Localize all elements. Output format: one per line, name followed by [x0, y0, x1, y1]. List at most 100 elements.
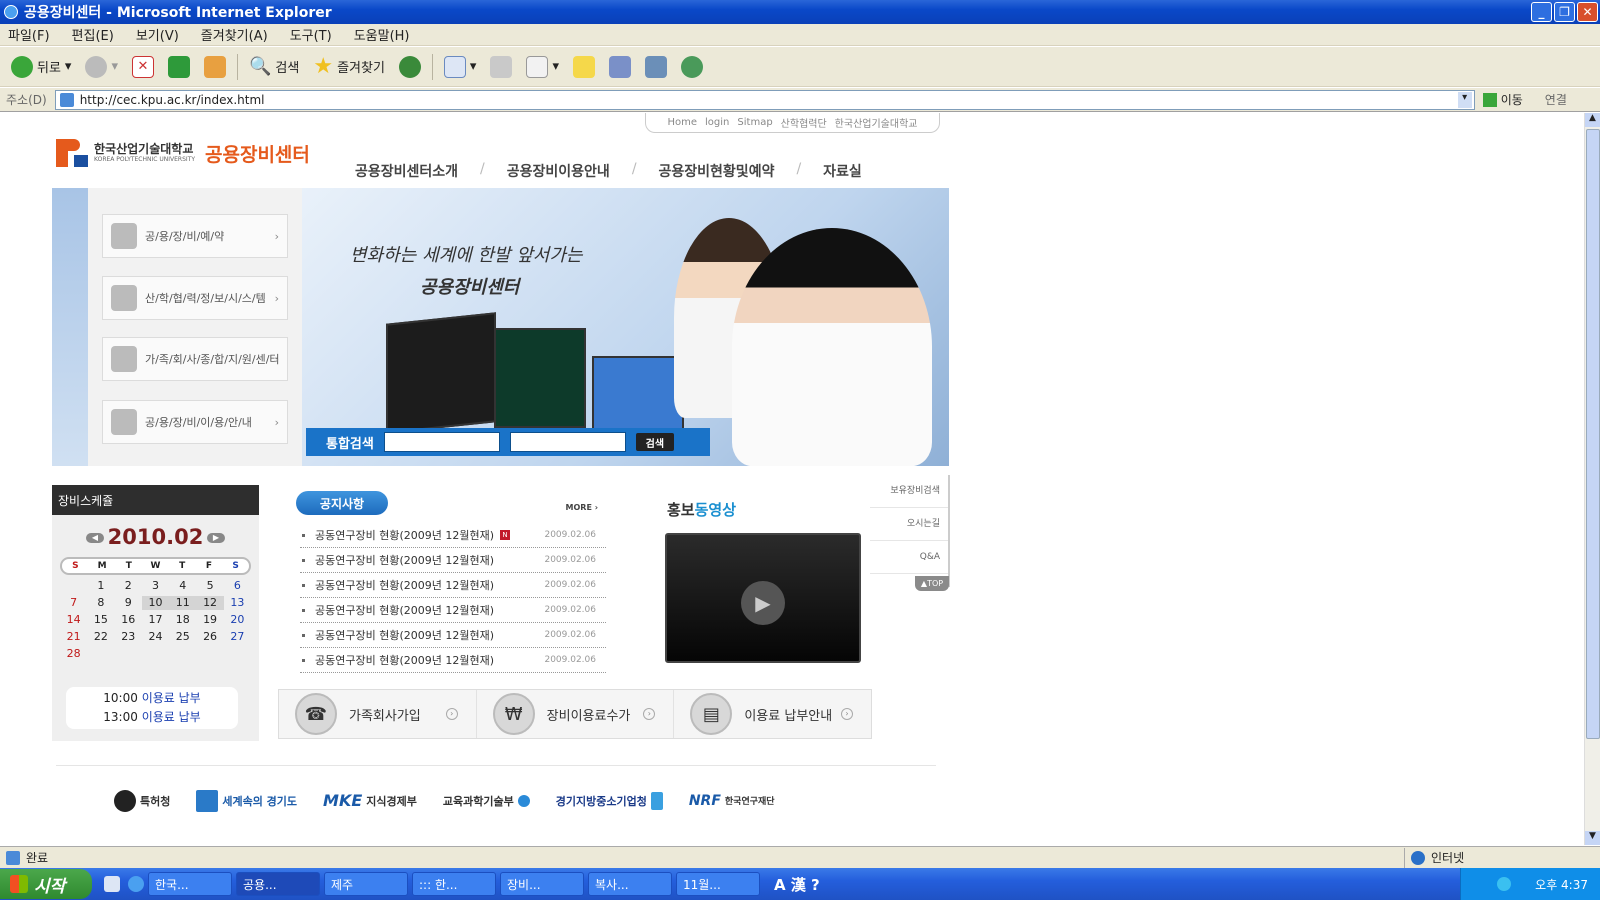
quicklaunch-ie-icon[interactable] — [128, 876, 144, 892]
address-input[interactable]: http://cec.kpu.ac.kr/index.html ▾ — [54, 89, 1475, 110]
calendar-day[interactable]: 25 — [169, 630, 196, 644]
calendar-day[interactable]: 7 — [60, 596, 87, 610]
taskbar-item[interactable]: ::: 한... — [412, 872, 496, 896]
close-button[interactable]: ✕ — [1577, 2, 1598, 22]
schedule-entry[interactable]: 10:00 이용료 납부 — [66, 689, 238, 708]
taskbar-item[interactable]: 제주 — [324, 872, 408, 896]
taskbar-item[interactable]: 한국... — [148, 872, 232, 896]
nav-status-reservation[interactable]: 공용장비현황및예약 — [659, 161, 775, 181]
calendar-day[interactable]: 27 — [224, 630, 251, 644]
nav-archive[interactable]: 자료실 — [823, 161, 862, 181]
forward-button[interactable]: ▾ — [82, 52, 121, 82]
calendar-day[interactable]: 5 — [196, 579, 223, 593]
people-button[interactable] — [678, 52, 706, 82]
stop-button[interactable]: ✕ — [129, 52, 157, 82]
links-label[interactable]: 연결 — [1545, 91, 1567, 108]
notice-title[interactable]: 공지사항 — [296, 491, 388, 515]
tray-icon[interactable] — [1497, 877, 1512, 891]
payment-guide-link[interactable]: ▤ 이용료 납부안내 › — [674, 690, 871, 738]
notice-item[interactable]: 공동연구장비 현황(2009년 12월현재) N 2009.02.06 — [300, 523, 606, 548]
calendar-day[interactable]: 22 — [87, 630, 114, 644]
calendar-day[interactable]: 28 — [60, 647, 87, 661]
start-button[interactable]: 시작 — [0, 869, 92, 899]
side-link-qna[interactable]: Q&A — [870, 541, 948, 574]
notice-item[interactable]: 공동연구장비 현황(2009년 12월현재) 2009.02.06 — [300, 648, 606, 673]
family-company-join-link[interactable]: ☎ 가족회사가입 › — [279, 690, 477, 738]
calendar-day[interactable]: 9 — [115, 596, 142, 610]
go-button[interactable]: 이동 — [1482, 91, 1523, 108]
notice-item[interactable]: 공동연구장비 현황(2009년 12월현재) 2009.02.06 — [300, 548, 606, 573]
equipment-fee-link[interactable]: ₩ 장비이용료수가 › — [477, 690, 675, 738]
notice-item[interactable]: 공동연구장비 현황(2009년 12월현재) 2009.02.06 — [300, 598, 606, 623]
side-link-directions[interactable]: 오시는길 — [870, 508, 948, 541]
menu-tools[interactable]: 도구(T) — [290, 25, 332, 44]
calendar-day[interactable]: 23 — [115, 630, 142, 644]
next-month-button[interactable]: ▶ — [207, 533, 225, 543]
quick-menu-family-center[interactable]: 가/족/회/사/종/합/지/원/센/터 › — [102, 337, 288, 381]
scroll-down-icon[interactable]: ▼ — [1585, 831, 1600, 845]
calendar-day[interactable]: 17 — [142, 613, 169, 627]
restore-button[interactable]: ❐ — [1554, 2, 1575, 22]
prev-month-button[interactable]: ◀ — [86, 533, 104, 543]
calendar-day[interactable]: 18 — [169, 613, 196, 627]
calendar-day[interactable]: 26 — [196, 630, 223, 644]
search-input-2[interactable] — [509, 432, 626, 452]
search-input-1[interactable] — [383, 432, 500, 452]
top-link-login[interactable]: login — [705, 117, 729, 128]
calendar-day[interactable]: 6 — [224, 579, 251, 593]
calendar-day-scheduled[interactable]: 11 — [169, 596, 197, 610]
site-logo[interactable]: 한국산업기술대학교 KOREA POLYTECHNIC UNIVERSITY 공… — [56, 139, 310, 167]
quick-menu-reservation[interactable]: 공/용/장/비/예/약 › — [102, 214, 288, 258]
discuss-button[interactable] — [570, 52, 598, 82]
schedule-entry[interactable]: 13:00 이용료 납부 — [66, 708, 238, 727]
history-button[interactable] — [396, 52, 424, 82]
taskbar-item[interactable]: 장비... — [500, 872, 584, 896]
calendar-day[interactable]: 4 — [169, 579, 196, 593]
back-dropdown-icon[interactable]: ▾ — [65, 59, 72, 74]
partner-mest[interactable]: 교육과학기술부 — [443, 793, 530, 809]
promo-video-player[interactable]: ▶ — [665, 533, 861, 663]
favorites-button[interactable]: ★ 즐겨찾기 — [310, 52, 388, 82]
calendar-day[interactable]: 20 — [224, 613, 251, 627]
partner-mke[interactable]: MKE 지식경제부 — [323, 791, 417, 810]
calendar-day[interactable]: 2 — [115, 579, 142, 593]
quicklaunch-desktop-icon[interactable] — [104, 876, 120, 892]
partner-kipo[interactable]: 특허청 — [114, 789, 170, 812]
top-link-university[interactable]: 한국산업기술대학교 — [835, 115, 918, 130]
research-button[interactable] — [606, 52, 634, 82]
calendar-day[interactable]: 24 — [142, 630, 169, 644]
quick-menu-industry-system[interactable]: 산/학/협/력/정/보/시/스/템 › — [102, 276, 288, 320]
calendar-day[interactable]: 13 — [224, 596, 251, 610]
taskbar-item-active[interactable]: 공용... — [236, 872, 320, 896]
taskbar-item[interactable]: 11월... — [676, 872, 760, 896]
home-button[interactable] — [201, 52, 229, 82]
notice-item[interactable]: 공동연구장비 현황(2009년 12월현재) 2009.02.06 — [300, 573, 606, 598]
mail-button[interactable]: ▾ — [441, 52, 480, 82]
partner-gyeonggi[interactable]: 세계속의 경기도 — [196, 789, 297, 812]
calendar-day[interactable]: 3 — [142, 579, 169, 593]
forward-dropdown-icon[interactable]: ▾ — [111, 59, 118, 74]
menu-edit[interactable]: 편집(E) — [72, 25, 114, 44]
scroll-top-button[interactable]: ▲TOP — [915, 576, 949, 591]
partner-smba[interactable]: 경기지방중소기업청 — [556, 791, 663, 810]
calendar-day[interactable]: 14 — [60, 613, 87, 627]
print-button[interactable] — [487, 52, 515, 82]
minimize-button[interactable]: _ — [1531, 2, 1552, 22]
calendar-day[interactable]: 16 — [115, 613, 142, 627]
calendar-day[interactable]: 1 — [87, 579, 114, 593]
search-submit-button[interactable]: 검색 — [635, 433, 674, 451]
menu-favorites[interactable]: 즐겨찾기(A) — [201, 25, 268, 44]
nav-about[interactable]: 공용장비센터소개 — [355, 161, 458, 181]
scroll-thumb[interactable] — [1586, 129, 1600, 739]
top-link-sitemap[interactable]: Sitmap — [737, 117, 772, 128]
calendar-day-scheduled[interactable]: 12 — [196, 596, 224, 610]
quick-menu-usage-guide[interactable]: 공/용/장/비/이/용/안/내 › — [102, 400, 288, 444]
edit-button[interactable]: ▾ — [523, 52, 562, 82]
side-link-equipment-search[interactable]: 보유장비검색 — [870, 475, 948, 508]
menu-view[interactable]: 보기(V) — [136, 25, 179, 44]
partner-nrf[interactable]: NRF 한국연구재단 — [689, 793, 775, 809]
calendar-day-scheduled[interactable]: 10 — [141, 596, 170, 610]
play-icon[interactable]: ▶ — [741, 581, 785, 625]
scroll-up-icon[interactable]: ▲ — [1585, 113, 1600, 127]
messenger-button[interactable] — [642, 52, 670, 82]
